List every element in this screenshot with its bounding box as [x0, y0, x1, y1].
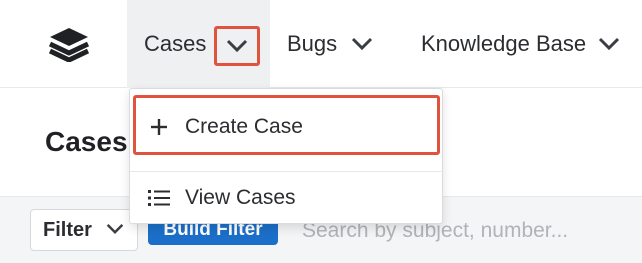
nav-item-knowledge-base-label: Knowledge Base — [421, 31, 587, 56]
cases-dropdown-toggle[interactable] — [214, 26, 260, 66]
chevron-down-icon — [106, 223, 128, 237]
nav-item-knowledge-base[interactable]: Knowledge Base — [421, 0, 620, 88]
stack-layers-icon[interactable] — [48, 26, 90, 63]
nav-item-bugs-label: Bugs — [287, 31, 338, 56]
page-title: Cases — [45, 126, 128, 157]
list-icon — [147, 186, 171, 210]
filter-button-label: Filter — [43, 218, 92, 241]
cases-dropdown-menu: Create Case View Cases — [129, 88, 444, 224]
chevron-down-icon — [226, 39, 248, 53]
create-case-highlight — [133, 95, 440, 155]
top-navigation-bar: Cases Bugs Knowledge Base — [0, 0, 642, 88]
chevron-down-icon[interactable] — [351, 37, 373, 51]
menu-item-view-cases[interactable]: View Cases — [130, 171, 444, 223]
chevron-down-icon[interactable] — [598, 37, 620, 51]
nav-item-bugs[interactable]: Bugs — [287, 0, 373, 88]
menu-item-view-cases-label: View Cases — [185, 185, 296, 209]
filter-button[interactable]: Filter — [30, 209, 138, 251]
nav-item-cases-label: Cases — [144, 31, 207, 56]
